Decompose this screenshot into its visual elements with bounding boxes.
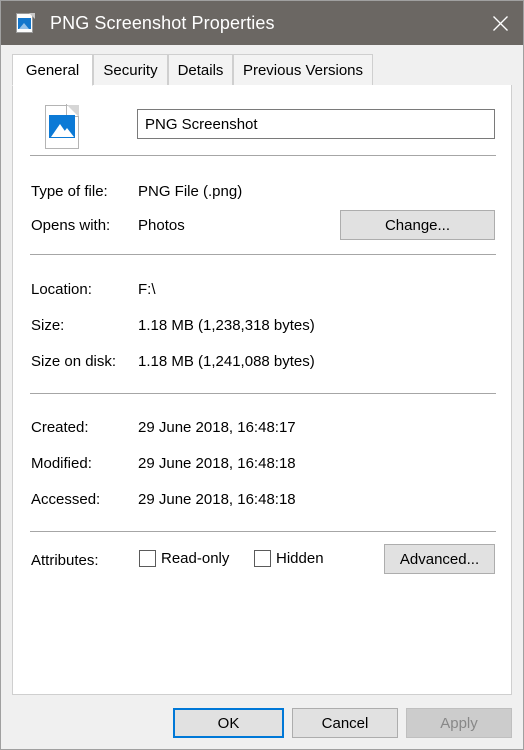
type-of-file-label: Type of file: [31,183,108,200]
hidden-checkbox[interactable]: Hidden [254,550,324,567]
location-value: F:\ [138,281,156,298]
read-only-checkbox[interactable]: Read-only [139,550,229,567]
title-bar: PNG Screenshot Properties [1,1,523,45]
separator-2 [30,254,496,255]
tab-strip: General Security Details Previous Versio… [12,54,512,86]
read-only-label: Read-only [161,550,230,567]
hidden-label: Hidden [276,550,324,567]
separator-1 [30,155,496,156]
accessed-label: Accessed: [31,491,101,508]
separator-4 [30,531,496,532]
tab-general-label: General [25,61,80,79]
apply-button: Apply [406,708,512,738]
cancel-button[interactable]: Cancel [292,708,398,738]
checkbox-box-hidden [254,550,271,567]
opens-with-label: Opens with: [31,217,111,234]
tab-details[interactable]: Details [168,54,233,86]
checkbox-box-read-only [139,550,156,567]
general-tab-panel: Type of file: PNG File (.png) Opens with… [12,85,512,695]
tab-security-label: Security [103,61,158,79]
properties-dialog: PNG Screenshot Properties General Securi… [0,0,524,750]
created-label: Created: [31,419,89,436]
type-of-file-value: PNG File (.png) [138,183,243,200]
change-button[interactable]: Change... [340,210,495,240]
window-title: PNG Screenshot Properties [50,12,275,33]
tab-general[interactable]: General [12,54,93,86]
separator-3 [30,393,496,394]
location-label: Location: [31,281,92,298]
change-button-label: Change... [384,216,451,234]
modified-value: 29 June 2018, 16:48:18 [138,455,296,472]
modified-label: Modified: [31,455,92,472]
cancel-button-label: Cancel [321,714,369,732]
advanced-button-label: Advanced... [399,550,480,568]
accessed-value: 29 June 2018, 16:48:18 [138,491,296,508]
png-image-file-icon [14,12,36,34]
attributes-label: Attributes: [31,552,99,569]
ok-button[interactable]: OK [173,708,284,738]
close-button[interactable] [477,1,523,45]
opens-with-value: Photos [138,217,185,234]
tab-previous-versions-label: Previous Versions [242,61,364,79]
created-value: 29 June 2018, 16:48:17 [138,419,296,436]
tab-security[interactable]: Security [93,54,168,86]
size-on-disk-value: 1.18 MB (1,241,088 bytes) [138,353,315,370]
size-value: 1.18 MB (1,238,318 bytes) [138,317,315,334]
size-on-disk-label: Size on disk: [31,353,117,370]
tab-previous-versions[interactable]: Previous Versions [233,54,373,86]
png-image-file-icon-large [38,102,84,154]
size-label: Size: [31,317,65,334]
ok-button-label: OK [217,714,240,732]
file-name-input[interactable] [137,109,495,139]
tab-details-label: Details [177,61,224,79]
apply-button-label: Apply [440,714,478,732]
close-icon [492,15,508,31]
advanced-button[interactable]: Advanced... [384,544,495,574]
dialog-footer: OK Cancel Apply [1,696,523,749]
